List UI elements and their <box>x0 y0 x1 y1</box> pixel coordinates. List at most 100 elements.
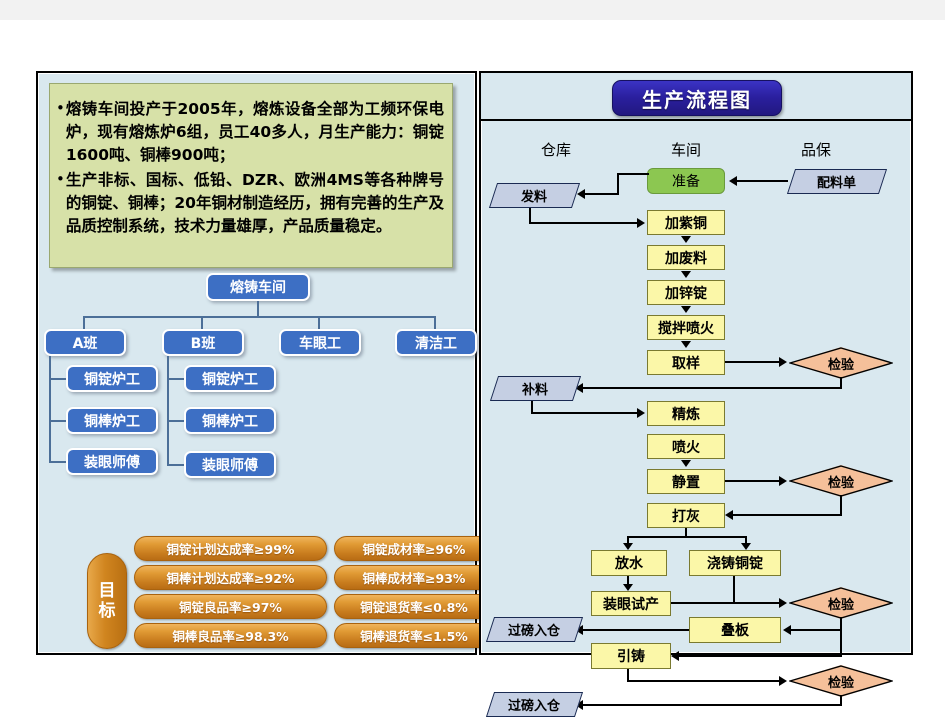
flow-edge-inspect3-to-stack <box>791 629 842 631</box>
flow-arrow-ash-to-cast <box>741 543 751 550</box>
goal-capsule-bar-quality-label: 铜棒良品率≥98.3% <box>172 629 289 644</box>
flow-arrow-zinc-to-stir <box>681 306 691 313</box>
flow-node-settle[interactable]: 静置 <box>647 469 725 494</box>
goal-capsule-bar-yield[interactable]: 铜棒成材率≥93% <box>334 565 494 590</box>
flow-arrow-ash-to-water <box>623 543 633 550</box>
flow-edge-prepare-down <box>617 173 649 175</box>
flow-edge-cast-drop <box>733 576 735 603</box>
flow-edge-inspect1-to-replenish <box>583 387 842 389</box>
flow-edge-settle-to-inspect2 <box>725 480 781 482</box>
flow-node-trial[interactable]: 装眼试产 <box>591 591 671 616</box>
flow-node-add-copper[interactable]: 加紫铜 <box>647 210 725 235</box>
flow-node-add-zinc[interactable]: 加锌锭 <box>647 280 725 305</box>
goals-section: 目 标 铜锭计划达成率≥99% 铜棒计划达成率≥92% 铜锭良品率≥97% 铜棒… <box>38 535 494 653</box>
flow-node-fire[interactable]: 喷火 <box>647 434 725 459</box>
flow-node-ash[interactable]: 打灰 <box>647 503 725 528</box>
flow-edge-issue-to-copper <box>529 222 639 224</box>
flow-node-settle-label: 静置 <box>672 474 700 491</box>
flow-node-issue-material[interactable]: 发料 <box>488 183 581 208</box>
org-node-b-child-2[interactable]: 铜棒炉工 <box>184 407 276 434</box>
goal-capsule-bar-return[interactable]: 铜棒退货率≤1.5% <box>334 623 494 648</box>
flow-edge-prepare-to-issue <box>585 193 619 195</box>
flow-node-inspect-2-label: 检验 <box>827 475 854 491</box>
goal-capsule-bar-plan[interactable]: 铜棒计划达成率≥92% <box>134 565 327 590</box>
org-node-shift-a-label: A班 <box>72 335 98 352</box>
flow-node-weigh-in-1[interactable]: 过磅入仓 <box>485 617 584 642</box>
flow-node-prepare[interactable]: 准备 <box>647 168 725 194</box>
goals-badge-char-1: 目 <box>98 581 116 601</box>
intro-bullet-1: • 熔铸车间投产于2005年，熔炼设备全部为工频环保电炉，现有熔炼炉6组，员工4… <box>56 98 444 167</box>
column-header-qa-label: 品保 <box>800 141 831 159</box>
goals-badge-char-2: 标 <box>98 601 116 621</box>
flow-node-stir-fire[interactable]: 搅拌喷火 <box>647 315 725 340</box>
flow-node-refine-label: 精炼 <box>672 406 700 423</box>
flow-node-inspect-4[interactable]: 检验 <box>789 665 893 697</box>
flow-node-replenish[interactable]: 补料 <box>489 376 582 401</box>
flow-node-stack[interactable]: 叠板 <box>689 617 781 643</box>
flow-node-water-label: 放水 <box>615 556 643 572</box>
left-panel: • 熔铸车间投产于2005年，熔炼设备全部为工频环保电炉，现有熔炼炉6组，员工4… <box>36 71 494 655</box>
goal-capsule-ingot-yield[interactable]: 铜锭成材率≥96% <box>334 536 494 561</box>
flow-node-add-zinc-label: 加锌锭 <box>665 285 707 302</box>
flow-edge-inspect3-down-long <box>840 631 842 657</box>
org-node-shift-b[interactable]: B班 <box>162 329 244 356</box>
flow-node-inspect-1[interactable]: 检验 <box>789 347 893 379</box>
flow-node-refine[interactable]: 精炼 <box>647 401 725 426</box>
org-node-a-child-1[interactable]: 铜锭炉工 <box>66 365 158 392</box>
flow-node-draw-cast[interactable]: 引铸 <box>591 643 671 669</box>
flow-node-inspect-4-label: 检验 <box>827 675 854 691</box>
flow-node-water[interactable]: 放水 <box>591 550 667 576</box>
org-node-b-child-2-label: 铜棒炉工 <box>202 413 258 430</box>
flow-node-fire-label: 喷火 <box>672 439 700 456</box>
bullet-dot-icon: • <box>56 170 65 188</box>
org-node-b-child-3[interactable]: 装眼师傅 <box>184 451 276 478</box>
flow-node-add-scrap[interactable]: 加废料 <box>647 245 725 270</box>
flow-arrow-inspect3-to-draw <box>671 651 679 661</box>
goal-capsule-ingot-plan[interactable]: 铜锭计划达成率≥99% <box>134 536 327 561</box>
org-node-cleaner[interactable]: 清洁工 <box>395 329 477 356</box>
column-header-warehouse: 仓库 <box>511 139 601 160</box>
flow-arrow-issue-to-copper <box>637 218 645 228</box>
flow-edge-draw-to-inspect4 <box>627 680 781 682</box>
org-connector-a-3 <box>49 461 66 463</box>
flow-arrow-sample-to-inspect1 <box>779 357 787 367</box>
org-node-a-child-2-label: 铜棒炉工 <box>84 413 140 430</box>
flow-arrow-inspect2-to-ash <box>725 510 733 520</box>
flow-node-inspect-2[interactable]: 检验 <box>789 465 893 497</box>
bullet-dot-icon: • <box>56 99 65 117</box>
intro-bullet-2: • 生产非标、国标、低铅、DZR、欧洲4MS等各种牌号的铜锭、铜棒；20年铜材制… <box>56 169 444 238</box>
org-node-a-child-3[interactable]: 装眼师傅 <box>66 448 158 475</box>
flow-node-inspect-3[interactable]: 检验 <box>789 587 893 619</box>
goal-capsule-ingot-yield-label: 铜锭成材率≥96% <box>362 542 466 557</box>
goal-capsule-ingot-return[interactable]: 铜锭退货率≤0.8% <box>334 594 494 619</box>
flow-edge-inspect2-vert <box>840 495 842 516</box>
flow-arrow-water-to-trial <box>623 584 633 591</box>
flow-arrow-copper-to-scrap <box>681 236 691 243</box>
flow-arrow-settle-to-inspect2 <box>779 476 787 486</box>
flow-node-ash-label: 打灰 <box>672 508 700 525</box>
flow-node-issue-material-label: 发料 <box>521 190 548 205</box>
flow-node-sample[interactable]: 取样 <box>647 350 725 375</box>
org-node-b-child-1[interactable]: 铜锭炉工 <box>184 365 276 392</box>
flow-edge-inspect2-to-ash <box>733 514 842 516</box>
goal-capsule-bar-yield-label: 铜棒成材率≥93% <box>362 571 466 586</box>
flow-node-cast-ingot[interactable]: 浇铸铜锭 <box>689 550 781 576</box>
goal-capsule-ingot-plan-label: 铜锭计划达成率≥99% <box>166 542 295 557</box>
right-panel: 生产流程图 仓库 车间 品保 准备 配料单 发料 加紫铜 加废料 加锌锭 搅拌喷… <box>479 71 913 717</box>
flow-edge-trial-to-inspect3 <box>671 602 781 604</box>
org-node-lathe-worker[interactable]: 车眼工 <box>279 329 361 356</box>
flow-node-stack-label: 叠板 <box>721 623 749 639</box>
org-connector-drop-a <box>83 316 85 330</box>
goal-capsule-ingot-quality[interactable]: 铜锭良品率≥97% <box>134 594 327 619</box>
flow-edge-inspect4-to-weigh2 <box>583 704 842 706</box>
flow-node-recipe-sheet[interactable]: 配料单 <box>786 169 888 194</box>
org-node-root[interactable]: 熔铸车间 <box>206 273 310 301</box>
flow-node-weigh-in-2[interactable]: 过磅入仓 <box>485 692 584 717</box>
goal-capsule-bar-quality[interactable]: 铜棒良品率≥98.3% <box>134 623 327 648</box>
org-node-shift-a[interactable]: A班 <box>44 329 126 356</box>
org-node-a-child-2[interactable]: 铜棒炉工 <box>66 407 158 434</box>
goal-capsule-ingot-quality-label: 铜锭良品率≥97% <box>179 600 282 615</box>
top-strip <box>0 0 945 20</box>
goal-capsule-bar-return-label: 铜棒退货率≤1.5% <box>360 629 468 644</box>
flow-edge-replenish-to-refine <box>531 412 639 414</box>
